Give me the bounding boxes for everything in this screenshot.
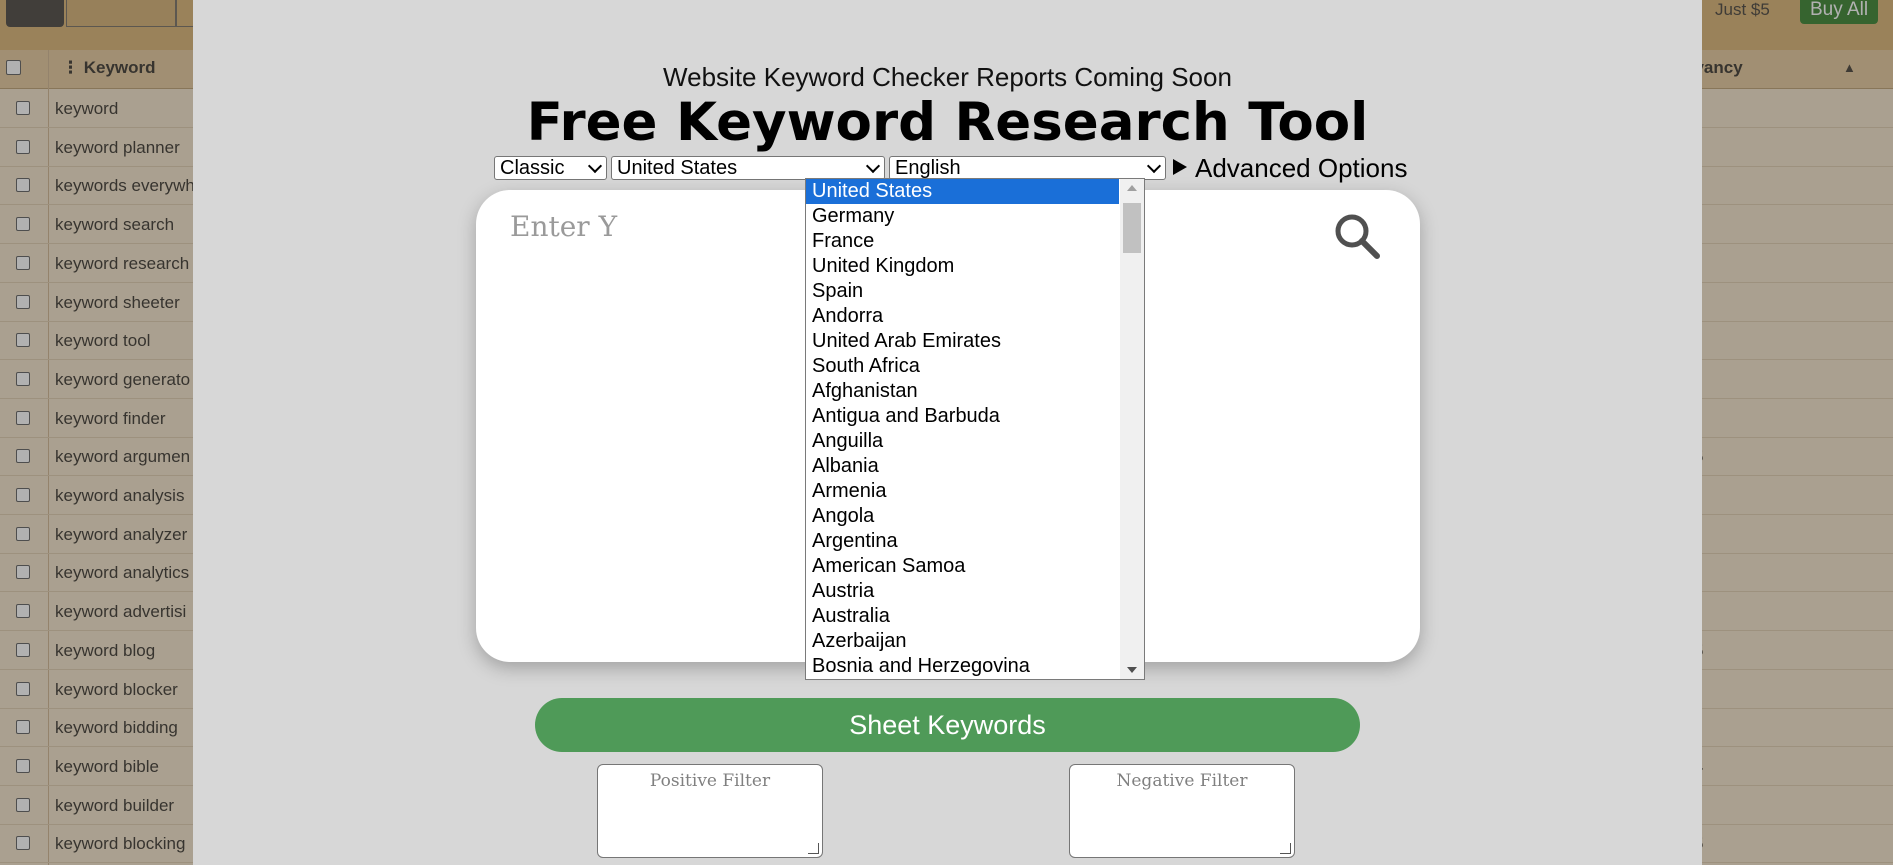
advanced-options-toggle[interactable]: Advanced Options	[1173, 153, 1407, 184]
country-option[interactable]: Azerbaijan	[806, 629, 1119, 654]
keyword-input-placeholder: Enter Y	[510, 210, 618, 243]
country-option[interactable]: Armenia	[806, 479, 1119, 504]
coming-soon-subtitle: Website Keyword Checker Reports Coming S…	[663, 62, 1232, 92]
country-select[interactable]: United States	[611, 156, 885, 180]
negative-filter-placeholder: Negative Filter	[1116, 771, 1248, 791]
country-select-value: United States	[617, 157, 738, 179]
country-option[interactable]: Andorra	[806, 304, 1119, 329]
country-option[interactable]: Germany	[806, 204, 1119, 229]
chevron-down-icon	[865, 158, 881, 174]
disclosure-triangle-icon	[1173, 159, 1187, 175]
dropdown-scrollbar[interactable]	[1120, 179, 1144, 679]
search-icon[interactable]	[1333, 212, 1381, 260]
country-option[interactable]: Spain	[806, 279, 1119, 304]
country-option[interactable]: United States	[806, 179, 1119, 204]
keyword-tool-modal: Website Keyword Checker Reports Coming S…	[193, 0, 1702, 865]
advanced-options-label: Advanced Options	[1195, 153, 1408, 183]
positive-filter-placeholder: Positive Filter	[649, 771, 771, 791]
country-option[interactable]: Australia	[806, 604, 1119, 629]
sheet-keywords-button[interactable]: Sheet Keywords	[535, 698, 1360, 752]
country-option[interactable]: United Kingdom	[806, 254, 1119, 279]
resize-handle-icon[interactable]	[1280, 843, 1291, 854]
chevron-down-icon	[1146, 158, 1162, 174]
scrollbar-thumb[interactable]	[1123, 203, 1141, 253]
language-select-value: English	[895, 157, 961, 179]
language-select[interactable]: English	[889, 156, 1166, 180]
country-option[interactable]: Antigua and Barbuda	[806, 404, 1119, 429]
chevron-down-icon	[587, 158, 603, 174]
country-option[interactable]: Afghanistan	[806, 379, 1119, 404]
country-option[interactable]: Bosnia and Herzegovina	[806, 654, 1119, 679]
positive-filter-input[interactable]: Positive Filter	[597, 764, 823, 858]
resize-handle-icon[interactable]	[808, 843, 819, 854]
scroll-up-arrow-icon[interactable]	[1127, 185, 1137, 191]
country-option[interactable]: Albania	[806, 454, 1119, 479]
country-option[interactable]: Anguilla	[806, 429, 1119, 454]
country-option[interactable]: Argentina	[806, 529, 1119, 554]
country-option[interactable]: Austria	[806, 579, 1119, 604]
country-option[interactable]: Angola	[806, 504, 1119, 529]
mode-select[interactable]: Classic	[494, 156, 607, 180]
page-title: Free Keyword Research Tool	[526, 92, 1369, 153]
mode-select-value: Classic	[500, 157, 565, 179]
country-option[interactable]: American Samoa	[806, 554, 1119, 579]
country-option[interactable]: South Africa	[806, 354, 1119, 379]
country-option[interactable]: United Arab Emirates	[806, 329, 1119, 354]
negative-filter-input[interactable]: Negative Filter	[1069, 764, 1295, 858]
country-options: United States Germany France United Kingdom…	[806, 179, 1144, 679]
scroll-down-arrow-icon[interactable]	[1127, 667, 1137, 673]
country-dropdown-list[interactable]: United States Germany France United Kingdom…	[805, 178, 1145, 680]
country-option[interactable]: France	[806, 229, 1119, 254]
